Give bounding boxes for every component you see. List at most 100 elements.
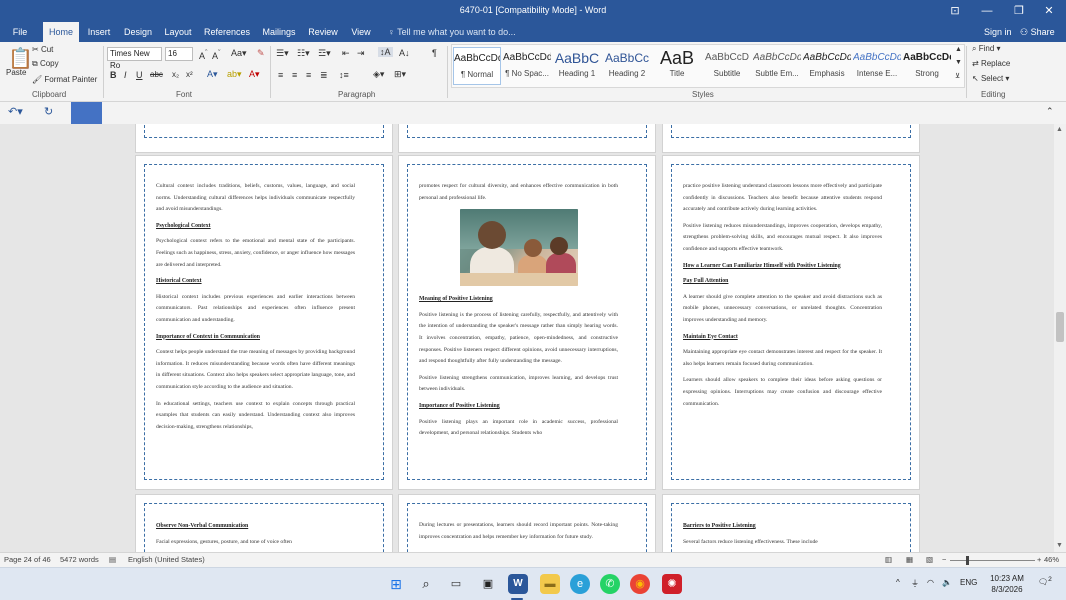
style-emphasis[interactable]: AaBbCcDd Emphasis (803, 47, 851, 85)
wifi-icon[interactable]: ◠ (927, 578, 934, 587)
ribbon-display-options-icon[interactable]: ⊡ (940, 0, 970, 22)
tell-me-search[interactable]: ♀ Tell me what you want to do... (388, 22, 516, 42)
clock[interactable]: 10:23 AM 8/3/2026 (985, 573, 1029, 595)
clear-formatting-icon[interactable]: ✎ (257, 48, 265, 59)
search-icon[interactable]: ⌕ (416, 574, 436, 594)
bullets-icon[interactable]: ☰▾ (276, 48, 289, 59)
superscript-icon[interactable]: x² (186, 70, 193, 79)
underline-icon[interactable]: U (136, 70, 143, 80)
print-layout-icon[interactable]: ▦ (906, 555, 913, 564)
zoom-out-icon[interactable]: − (942, 555, 946, 564)
decrease-indent-icon[interactable]: ⇤ (342, 48, 350, 59)
text-effects-icon[interactable]: A▾ (207, 69, 218, 80)
read-mode-icon[interactable]: ▥ (885, 555, 892, 564)
style-title[interactable]: AaB Title (653, 47, 701, 85)
style-subtitle[interactable]: AaBbCcD Subtitle (703, 47, 751, 85)
widgets-icon[interactable]: ▣ (478, 574, 498, 594)
scroll-up-icon[interactable]: ▲ (1056, 126, 1063, 133)
restore-icon[interactable]: ❐ (1004, 0, 1034, 22)
shading-icon[interactable]: ◈▾ (373, 69, 384, 80)
file-explorer-icon[interactable]: ▬ (540, 574, 560, 594)
tab-references[interactable]: References (203, 22, 251, 42)
pilcrow-icon[interactable]: ¶ (432, 48, 437, 58)
scroll-down-icon[interactable]: ▼ (1056, 542, 1063, 549)
increase-indent-icon[interactable]: ⇥ (357, 48, 365, 59)
whatsapp-icon[interactable]: ✆ (600, 574, 620, 594)
redo-icon[interactable]: ↻ (44, 105, 53, 118)
style-intense-emphasis[interactable]: AaBbCcDd Intense E... (853, 47, 901, 85)
bold-icon[interactable]: B (110, 70, 117, 80)
web-layout-icon[interactable]: ▧ (926, 555, 933, 564)
select-button[interactable]: ↖ Select ▾ (972, 74, 1009, 83)
grow-font-icon[interactable]: Aˆ (199, 48, 208, 61)
windows-start-icon[interactable]: ⊞ (386, 574, 406, 594)
tab-review[interactable]: Review (307, 22, 339, 42)
style-strong[interactable]: AaBbCcDc Strong (903, 47, 951, 85)
mic-icon[interactable]: ⏚ (911, 578, 919, 589)
page-count[interactable]: Page 24 of 46 (4, 555, 51, 564)
numbering-icon[interactable]: ☷▾ (297, 48, 310, 59)
notifications-icon[interactable]: 🗨2 (1038, 576, 1052, 587)
show-hidden-icons[interactable]: ^ (896, 578, 900, 587)
change-case-icon[interactable]: Aa▾ (231, 48, 247, 59)
volume-icon[interactable]: 🔈 (942, 578, 952, 587)
close-icon[interactable]: ✕ (1034, 0, 1064, 22)
replace-button[interactable]: ⇄ Replace (972, 59, 1010, 68)
multilevel-list-icon[interactable]: ☲▾ (318, 48, 331, 59)
cut-button[interactable]: ✂ Cut (32, 45, 53, 54)
vertical-scrollbar[interactable]: ▲ ▼ (1054, 124, 1066, 552)
edge-browser-icon[interactable]: e (570, 574, 590, 594)
input-language[interactable]: ENG (960, 578, 977, 587)
language[interactable]: English (United States) (128, 555, 205, 564)
italic-icon[interactable]: I (124, 70, 127, 80)
sort-az-icon[interactable]: A↓ (399, 48, 410, 58)
borders-icon[interactable]: ⊞▾ (394, 69, 406, 80)
style-normal[interactable]: AaBbCcDd ¶ Normal (453, 47, 501, 85)
styles-scroll-up-icon[interactable]: ▲ (955, 46, 962, 53)
app-icon[interactable]: ✺ (662, 574, 682, 594)
highlight-icon[interactable]: ab▾ (227, 69, 242, 80)
shrink-font-icon[interactable]: Aˇ (212, 48, 221, 61)
style-subtle-emphasis[interactable]: AaBbCcDd Subtle Em... (753, 47, 801, 85)
styles-more-icon[interactable]: ⊻ (955, 72, 960, 80)
tab-mailings[interactable]: Mailings (259, 22, 299, 42)
font-name-box[interactable]: Times New Ro (107, 47, 162, 70)
qat-highlighted-button[interactable] (71, 102, 102, 124)
line-spacing-icon[interactable]: ↕≡ (339, 70, 349, 80)
strikethrough-icon[interactable]: abc (150, 70, 163, 79)
chrome-icon[interactable]: ◉ (630, 574, 650, 594)
zoom-in-icon[interactable]: + (1037, 555, 1041, 564)
tab-insert[interactable]: Insert (84, 22, 114, 42)
style-heading-1[interactable]: AaBbC Heading 1 (553, 47, 601, 85)
collapse-ribbon-icon[interactable]: ⌃ (1046, 106, 1054, 117)
minimize-icon[interactable]: — (972, 0, 1002, 22)
zoom-slider[interactable] (950, 560, 1035, 561)
tab-home[interactable]: Home (43, 22, 79, 42)
align-center-icon[interactable]: ≡ (292, 70, 297, 80)
share-button[interactable]: ⚇ Share (1020, 22, 1055, 42)
styles-scroll-down-icon[interactable]: ▼ (955, 59, 962, 66)
zoom-slider-knob[interactable] (966, 556, 969, 565)
font-size-box[interactable]: 16 (165, 47, 193, 61)
style-heading-2[interactable]: AaBbCc Heading 2 (603, 47, 651, 85)
zoom-level[interactable]: 46% (1044, 555, 1059, 564)
find-button[interactable]: ⌕ Find ▾ (972, 44, 1001, 54)
document-area[interactable]: Cultural context includes traditions, be… (0, 124, 1054, 552)
task-view-icon[interactable]: ▭ (446, 574, 466, 594)
word-count[interactable]: 5472 words (60, 555, 99, 564)
tab-view[interactable]: View (348, 22, 374, 42)
font-color-icon[interactable]: A▾ (249, 69, 260, 80)
align-right-icon[interactable]: ≡ (306, 70, 311, 80)
copy-button[interactable]: ⧉ Copy (32, 59, 59, 69)
paste-button[interactable]: Paste (6, 68, 26, 77)
style-no-spacing[interactable]: AaBbCcDd ¶ No Spac... (503, 47, 551, 85)
word-app-icon[interactable]: W (508, 574, 528, 594)
sort-icon[interactable]: ↕A (378, 47, 393, 57)
justify-icon[interactable]: ≣ (320, 70, 328, 81)
tab-design[interactable]: Design (121, 22, 155, 42)
proofing-icon[interactable]: ▤ (109, 555, 116, 564)
sign-in-link[interactable]: Sign in (984, 22, 1012, 42)
undo-icon[interactable]: ↶▾ (8, 105, 23, 118)
format-painter-button[interactable]: 🖌 Format Painter (32, 75, 97, 84)
tab-file[interactable]: File (6, 22, 34, 42)
